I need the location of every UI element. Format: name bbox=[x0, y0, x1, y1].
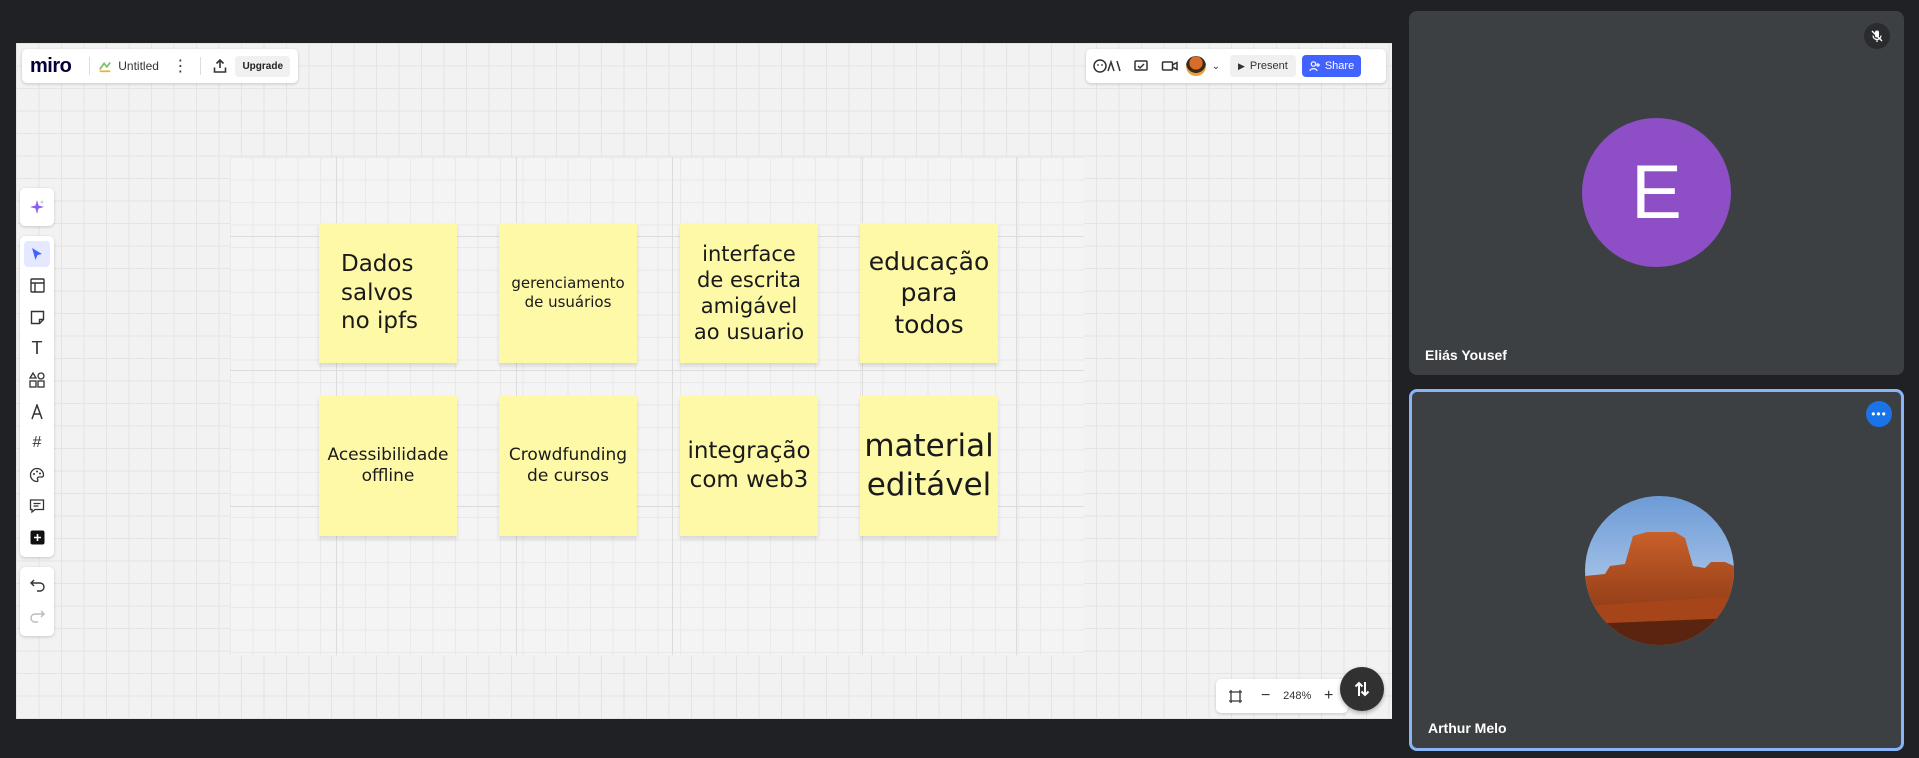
sticky-note[interactable]: Acessibilidade offline bbox=[319, 396, 457, 536]
participant-tile-active-speaker[interactable]: ••• Arthur Melo bbox=[1409, 389, 1904, 751]
select-cursor-icon[interactable] bbox=[20, 239, 54, 271]
navigation-mode-button[interactable] bbox=[1340, 667, 1384, 711]
sticky-note[interactable]: educação para todos bbox=[860, 223, 998, 363]
board-title[interactable]: Untitled bbox=[118, 59, 159, 73]
share-label: Share bbox=[1324, 60, 1355, 72]
screen-share-icon[interactable] bbox=[1128, 53, 1154, 79]
sticky-note-text: Dados salvos no ipfs bbox=[341, 250, 419, 335]
text-icon[interactable]: T bbox=[20, 333, 54, 365]
pen-icon[interactable] bbox=[20, 396, 54, 428]
frame-grid-line bbox=[230, 370, 1084, 371]
palette-icon[interactable] bbox=[20, 459, 54, 491]
video-call-icon[interactable] bbox=[1157, 53, 1183, 79]
upgrade-button[interactable]: Upgrade bbox=[235, 55, 290, 77]
participant-avatar: E bbox=[1582, 118, 1731, 267]
export-icon[interactable] bbox=[209, 53, 232, 79]
redo-icon[interactable] bbox=[20, 601, 54, 633]
play-icon: ▶ bbox=[1238, 60, 1245, 71]
sticky-note-text: Acessibilidade offline bbox=[327, 444, 449, 486]
zoom-level[interactable]: 248% bbox=[1283, 690, 1311, 702]
participant-name: Eliás Yousef bbox=[1425, 347, 1507, 363]
board-icon bbox=[99, 61, 112, 73]
sticky-note[interactable]: gerenciamento de usuários bbox=[499, 223, 637, 363]
ai-tool-group bbox=[20, 188, 54, 226]
history-tool-group bbox=[20, 566, 54, 636]
board-header-toolbar: miro Untitled ⋮ Upgrade bbox=[22, 49, 298, 83]
sticky-note[interactable]: Dados salvos no ipfs bbox=[319, 223, 457, 363]
mic-off-icon bbox=[1864, 23, 1890, 49]
current-user-avatar[interactable] bbox=[1186, 56, 1206, 76]
participant-tile[interactable]: E Eliás Yousef bbox=[1409, 11, 1904, 375]
zoom-in-icon[interactable]: + bbox=[1316, 683, 1342, 709]
collaboration-toolbar: ⌄ ▶ Present Share bbox=[1086, 49, 1386, 83]
sticky-note[interactable]: interface de escrita amigável ao usuario bbox=[680, 223, 818, 363]
sticky-note[interactable]: material editável bbox=[860, 396, 998, 536]
more-options-icon[interactable]: ⋮ bbox=[169, 53, 192, 79]
share-button[interactable]: Share bbox=[1301, 55, 1362, 77]
sticky-note-icon[interactable] bbox=[20, 302, 54, 334]
reactions-icon[interactable] bbox=[1091, 53, 1125, 79]
undo-icon[interactable] bbox=[20, 570, 54, 602]
sticky-note[interactable]: integração com web3 bbox=[680, 396, 818, 536]
main-tool-group: T # bbox=[20, 235, 54, 557]
sticky-note[interactable]: Crowdfunding de cursos bbox=[499, 396, 637, 536]
more-options-icon[interactable]: ••• bbox=[1866, 401, 1892, 427]
add-more-icon[interactable] bbox=[20, 522, 54, 554]
ai-sparkle-icon[interactable] bbox=[20, 191, 54, 223]
zoom-out-icon[interactable]: − bbox=[1253, 683, 1279, 709]
frame-grid-line bbox=[1016, 157, 1017, 655]
participant-name: Arthur Melo bbox=[1428, 720, 1507, 736]
present-button[interactable]: ▶ Present bbox=[1230, 55, 1296, 77]
chevron-down-icon[interactable]: ⌄ bbox=[1209, 53, 1223, 79]
comment-icon[interactable] bbox=[20, 491, 54, 523]
frame-icon[interactable]: # bbox=[20, 428, 54, 460]
zoom-controls: − 248% + bbox=[1216, 679, 1348, 713]
sticky-note-text: Crowdfunding de cursos bbox=[508, 444, 628, 486]
templates-icon[interactable] bbox=[20, 270, 54, 302]
swap-arrows-icon bbox=[1354, 681, 1370, 697]
frame-grid-line bbox=[672, 157, 673, 655]
toolbar-divider bbox=[199, 57, 201, 75]
creation-toolbar: T # bbox=[20, 188, 54, 646]
sticky-note-text: gerenciamento de usuários bbox=[511, 274, 625, 311]
fit-to-screen-icon[interactable] bbox=[1222, 683, 1248, 709]
sticky-note-text: interface de escrita amigável ao usuario bbox=[693, 241, 805, 345]
present-label: Present bbox=[1249, 60, 1288, 72]
toolbar-divider bbox=[89, 57, 91, 75]
sticky-note-text: educação para todos bbox=[868, 247, 990, 339]
sticky-note-text: material editável bbox=[864, 428, 994, 503]
miro-board-canvas[interactable]: miro Untitled ⋮ Upgrade ⌄ ▶ Present Shar… bbox=[16, 43, 1392, 719]
miro-logo[interactable]: miro bbox=[30, 55, 72, 78]
shapes-icon[interactable] bbox=[20, 365, 54, 397]
sticky-note-text: integração com web3 bbox=[687, 438, 811, 493]
share-people-icon bbox=[1309, 61, 1320, 72]
participant-avatar-photo bbox=[1585, 496, 1734, 645]
